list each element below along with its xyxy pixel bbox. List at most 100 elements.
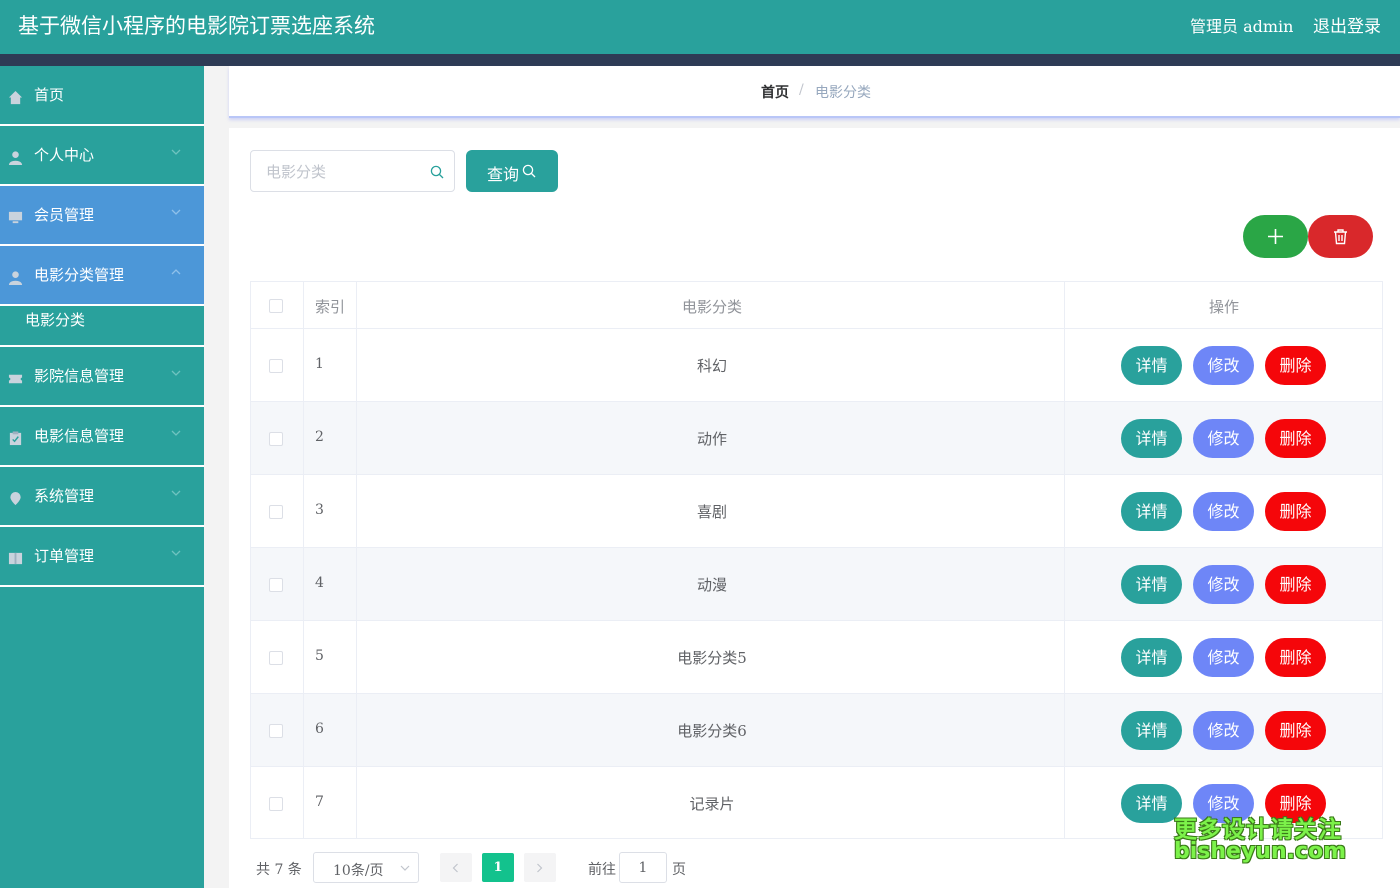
add-button[interactable]	[1243, 215, 1308, 258]
detail-button[interactable]: 详情	[1121, 492, 1182, 531]
page-word-label: 页	[672, 859, 686, 879]
sidebar-item-home[interactable]: 首页	[0, 66, 204, 126]
watermark-line2: bisheyun.com	[1174, 839, 1346, 864]
search-icon	[522, 164, 536, 178]
category-table: 索引 电影分类 操作 1 科幻 详情 修改 删除 2 动作 详情 修改 删除 3…	[250, 281, 1383, 839]
delete-button[interactable]: 删除	[1265, 638, 1326, 677]
query-button-label: 查询	[487, 161, 519, 185]
table-row: 5 电影分类5 详情 修改 删除	[251, 621, 1382, 694]
sidebar-item-label: 电影分类管理	[34, 264, 124, 285]
chevron-down-icon	[171, 148, 181, 156]
row-category: 动作	[358, 428, 1066, 449]
table-row: 1 科幻 详情 修改 删除	[251, 329, 1382, 402]
detail-button[interactable]: 详情	[1121, 638, 1182, 677]
admin-label: 管理员 admin	[1190, 13, 1293, 37]
row-checkbox[interactable]	[269, 578, 283, 592]
page-number-current[interactable]: 1	[482, 853, 514, 882]
sidebar-item-movie-info-management[interactable]: 电影信息管理	[0, 407, 204, 467]
edit-button[interactable]: 修改	[1193, 638, 1254, 677]
breadcrumb-home[interactable]: 首页	[761, 82, 789, 102]
edit-button[interactable]: 修改	[1193, 346, 1254, 385]
delete-button[interactable]: 删除	[1265, 711, 1326, 750]
detail-button[interactable]: 详情	[1121, 711, 1182, 750]
row-checkbox[interactable]	[269, 359, 283, 373]
sidebar-item-label: 会员管理	[34, 204, 94, 225]
total-count: 共 7 条	[256, 859, 302, 879]
query-button[interactable]: 查询	[466, 150, 558, 192]
sidebar: 首页 个人中心 会员管理 电影分类管理 电影分类 影院信息管理 电影信息管理 系…	[0, 66, 204, 888]
table-row: 3 喜剧 详情 修改 删除	[251, 475, 1382, 548]
sidebar-item-cinema-info-management[interactable]: 影院信息管理	[0, 347, 204, 407]
column-header-actions: 操作	[1066, 296, 1382, 317]
logout-link[interactable]: 退出登录	[1313, 12, 1381, 37]
table-row: 6 电影分类6 详情 修改 删除	[251, 694, 1382, 767]
row-checkbox[interactable]	[269, 797, 283, 811]
header-divider	[0, 54, 1400, 66]
edit-button[interactable]: 修改	[1193, 419, 1254, 458]
sidebar-item-label: 系统管理	[34, 485, 94, 506]
row-index: 4	[315, 575, 324, 591]
chevron-down-icon	[171, 369, 181, 377]
monitor-icon	[8, 210, 23, 225]
delete-button[interactable]: 删除	[1265, 565, 1326, 604]
row-checkbox[interactable]	[269, 505, 283, 519]
app-title: 基于微信小程序的电影院订票选座系统	[18, 10, 375, 40]
sidebar-item-member-management[interactable]: 会员管理	[0, 186, 204, 246]
row-checkbox[interactable]	[269, 724, 283, 738]
batch-delete-button[interactable]	[1308, 215, 1373, 258]
chevron-left-icon	[452, 863, 459, 873]
sidebar-item-system-management[interactable]: 系统管理	[0, 467, 204, 527]
chevron-right-icon	[536, 863, 543, 873]
user-icon	[8, 150, 23, 165]
chevron-down-icon	[171, 549, 181, 557]
row-index: 5	[315, 648, 324, 664]
delete-button[interactable]: 删除	[1265, 492, 1326, 531]
chevron-down-icon	[171, 489, 181, 497]
edit-button[interactable]: 修改	[1193, 711, 1254, 750]
sidebar-item-order-management[interactable]: 订单管理	[0, 527, 204, 587]
column-header-index: 索引	[315, 296, 345, 317]
edit-button[interactable]: 修改	[1193, 492, 1254, 531]
edit-button[interactable]: 修改	[1193, 565, 1254, 604]
user-icon	[8, 270, 23, 285]
top-header: 基于微信小程序的电影院订票选座系统 管理员 admin 退出登录	[0, 0, 1400, 54]
goto-label: 前往	[588, 859, 616, 879]
category-search-input[interactable]	[266, 161, 416, 183]
detail-button[interactable]: 详情	[1121, 565, 1182, 604]
goto-page-input[interactable]	[619, 852, 667, 883]
detail-button[interactable]: 详情	[1121, 419, 1182, 458]
detail-button[interactable]: 详情	[1121, 346, 1182, 385]
page-size-value: 10条/页	[333, 860, 384, 880]
breadcrumb: 首页 / 电影分类	[229, 66, 1400, 118]
category-search-field[interactable]	[250, 150, 455, 192]
delete-button[interactable]: 删除	[1265, 346, 1326, 385]
column-divider	[1064, 282, 1065, 838]
chevron-down-icon	[400, 865, 410, 872]
home-icon	[8, 90, 23, 105]
delete-button[interactable]: 删除	[1265, 419, 1326, 458]
row-checkbox[interactable]	[269, 651, 283, 665]
chevron-down-icon	[171, 429, 181, 437]
select-all-checkbox[interactable]	[269, 299, 283, 313]
row-index: 6	[315, 721, 324, 737]
search-icon	[430, 165, 444, 179]
sidebar-item-label: 影院信息管理	[34, 365, 124, 386]
row-checkbox[interactable]	[269, 432, 283, 446]
prev-page-button[interactable]	[440, 853, 472, 882]
sidebar-item-label: 个人中心	[34, 144, 94, 165]
row-category: 电影分类6	[358, 720, 1066, 741]
plus-icon	[1267, 228, 1284, 245]
sidebar-subitem-movie-category[interactable]: 电影分类	[0, 293, 204, 347]
row-category: 科幻	[358, 355, 1066, 376]
chevron-down-icon	[171, 208, 181, 216]
column-header-category: 电影分类	[358, 296, 1066, 317]
column-divider	[303, 282, 304, 838]
chevron-up-icon	[171, 268, 181, 276]
row-index: 3	[315, 502, 324, 518]
page-size-select[interactable]: 10条/页	[313, 852, 419, 883]
next-page-button[interactable]	[524, 853, 556, 882]
sidebar-subitem-label: 电影分类	[25, 309, 85, 330]
sidebar-item-personal-center[interactable]: 个人中心	[0, 126, 204, 186]
trash-icon	[1332, 228, 1349, 245]
ticket-icon	[8, 371, 23, 386]
